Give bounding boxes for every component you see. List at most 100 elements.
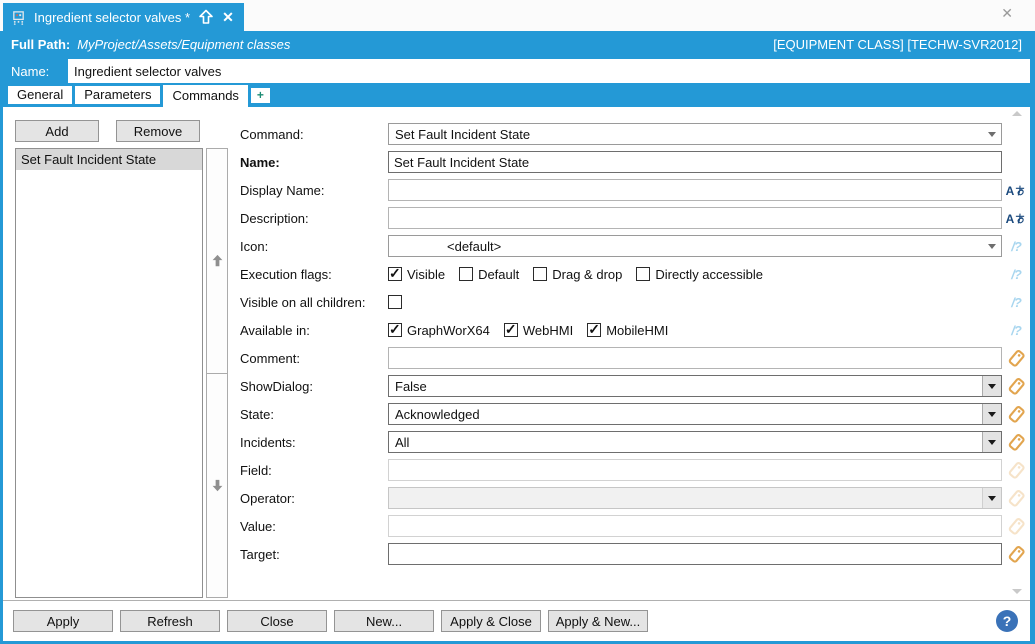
row-execution-flags: Execution flags: Visible Default Drag & …: [240, 260, 1030, 288]
global-aliasing-icon[interactable]: /?: [1011, 239, 1021, 254]
checkbox-drag-drop[interactable]: Drag & drop: [533, 267, 622, 282]
scroll-down-icon[interactable]: [1012, 589, 1022, 594]
document-tab-title: Ingredient selector valves *: [34, 10, 190, 25]
chevron-down-icon[interactable]: [982, 236, 1001, 256]
global-aliasing-icon[interactable]: /?: [1011, 323, 1021, 338]
new-button[interactable]: New...: [334, 610, 434, 632]
scroll-up-icon[interactable]: [1012, 111, 1022, 116]
checkbox-default[interactable]: Default: [459, 267, 519, 282]
tab-general[interactable]: General: [8, 86, 72, 104]
tag-icon[interactable]: [1008, 378, 1025, 395]
remove-button[interactable]: Remove: [116, 120, 200, 142]
checkbox-icon[interactable]: [533, 267, 547, 281]
tab-parameters[interactable]: Parameters: [75, 86, 160, 104]
move-down-button[interactable]: [206, 374, 228, 599]
description-label: Description:: [240, 211, 388, 226]
comment-label: Comment:: [240, 351, 388, 366]
chevron-down-icon[interactable]: [982, 124, 1001, 144]
command-value: Set Fault Incident State: [389, 127, 982, 142]
value-input: [388, 515, 1002, 537]
target-input[interactable]: [388, 543, 1002, 565]
checkbox-icon[interactable]: [636, 267, 650, 281]
document-tab-close-icon[interactable]: ✕: [222, 10, 234, 24]
chevron-down-icon[interactable]: [982, 376, 1001, 396]
tag-icon[interactable]: [1008, 406, 1025, 423]
command-name-input[interactable]: [388, 151, 1002, 173]
checkbox-directly-accessible[interactable]: Directly accessible: [636, 267, 763, 282]
execution-flags-label: Execution flags:: [240, 267, 388, 282]
incidents-label: Incidents:: [240, 435, 388, 450]
full-path-value: MyProject/Assets/Equipment classes: [77, 37, 290, 52]
arrow-up-icon: [211, 253, 224, 268]
list-item-selected[interactable]: Set Fault Incident State: [16, 149, 202, 170]
move-up-button[interactable]: [206, 148, 228, 374]
icon-value: <default>: [389, 239, 982, 254]
checkbox-graphworx64[interactable]: GraphWorX64: [388, 323, 490, 338]
checkbox-label: Visible: [407, 267, 445, 282]
checkbox-icon[interactable]: [388, 267, 402, 281]
command-form: Command: Set Fault Incident State Name: …: [228, 107, 1030, 600]
global-aliasing-icon[interactable]: /?: [1011, 267, 1021, 282]
asset-name-input[interactable]: [68, 59, 1030, 83]
state-combobox[interactable]: Acknowledged: [388, 403, 1002, 425]
tag-icon[interactable]: [1008, 434, 1025, 451]
apply-new-button[interactable]: Apply & New...: [548, 610, 648, 632]
description-input[interactable]: [388, 207, 1002, 229]
row-command: Command: Set Fault Incident State: [240, 120, 1030, 148]
checkbox-icon[interactable]: [504, 323, 518, 337]
field-input: [388, 459, 1002, 481]
target-label: Target:: [240, 547, 388, 562]
refresh-button[interactable]: Refresh: [120, 610, 220, 632]
available-in-label: Available in:: [240, 323, 388, 338]
equipment-class-icon: [11, 10, 26, 25]
checkbox-icon[interactable]: [459, 267, 473, 281]
display-name-input[interactable]: [388, 179, 1002, 201]
command-label: Command:: [240, 127, 388, 142]
name-bar: Name:: [3, 57, 1030, 85]
localization-icon[interactable]: A: [1006, 212, 1027, 225]
full-path-label: Full Path:: [11, 37, 70, 52]
reorder-strip: [206, 148, 228, 598]
tag-icon[interactable]: [1008, 350, 1025, 367]
footer-bar: Apply Refresh Close New... Apply & Close…: [3, 600, 1030, 641]
tag-icon: [1008, 490, 1025, 507]
document-tab[interactable]: Ingredient selector valves * ✕: [3, 3, 244, 31]
tab-commands[interactable]: Commands: [163, 85, 247, 107]
apply-close-button[interactable]: Apply & Close: [441, 610, 541, 632]
row-target: Target:: [240, 540, 1030, 568]
row-icon: Icon: <default> /?: [240, 232, 1030, 260]
checkbox-visible[interactable]: Visible: [388, 267, 445, 282]
global-aliasing-icon[interactable]: /?: [1011, 295, 1021, 310]
checkbox-webhmi[interactable]: WebHMI: [504, 323, 573, 338]
chevron-down-icon: [982, 488, 1001, 508]
add-button[interactable]: Add: [15, 120, 99, 142]
navigate-up-icon[interactable]: [198, 9, 214, 25]
incidents-combobox[interactable]: All: [388, 431, 1002, 453]
help-icon[interactable]: ?: [996, 610, 1018, 632]
tag-icon: [1008, 518, 1025, 535]
localization-icon[interactable]: A: [1006, 184, 1027, 197]
tag-icon: [1008, 462, 1025, 479]
row-operator: Operator:: [240, 484, 1030, 512]
tab-add-plus[interactable]: +: [251, 88, 270, 103]
row-incidents: Incidents: All: [240, 428, 1030, 456]
row-name: Name:: [240, 148, 1030, 176]
commands-listbox[interactable]: Set Fault Incident State: [15, 148, 203, 598]
chevron-down-icon[interactable]: [982, 404, 1001, 424]
comment-input[interactable]: [388, 347, 1002, 369]
checkbox-icon[interactable]: [587, 323, 601, 337]
tab-strip: General Parameters Commands +: [3, 85, 1030, 107]
checkbox-icon[interactable]: [388, 323, 402, 337]
pane-close-icon[interactable]: ✕: [1001, 6, 1013, 20]
checkbox-mobilehmi[interactable]: MobileHMI: [587, 323, 668, 338]
icon-combobox[interactable]: <default>: [388, 235, 1002, 257]
command-combobox[interactable]: Set Fault Incident State: [388, 123, 1002, 145]
showdialog-combobox[interactable]: False: [388, 375, 1002, 397]
value-label: Value:: [240, 519, 388, 534]
apply-button[interactable]: Apply: [13, 610, 113, 632]
chevron-down-icon[interactable]: [982, 432, 1001, 452]
visible-on-all-children-checkbox[interactable]: [388, 295, 402, 309]
tag-icon[interactable]: [1008, 546, 1025, 563]
workbench-pane: Ingredient selector valves * ✕ ✕ Full Pa…: [0, 0, 1035, 644]
close-button[interactable]: Close: [227, 610, 327, 632]
